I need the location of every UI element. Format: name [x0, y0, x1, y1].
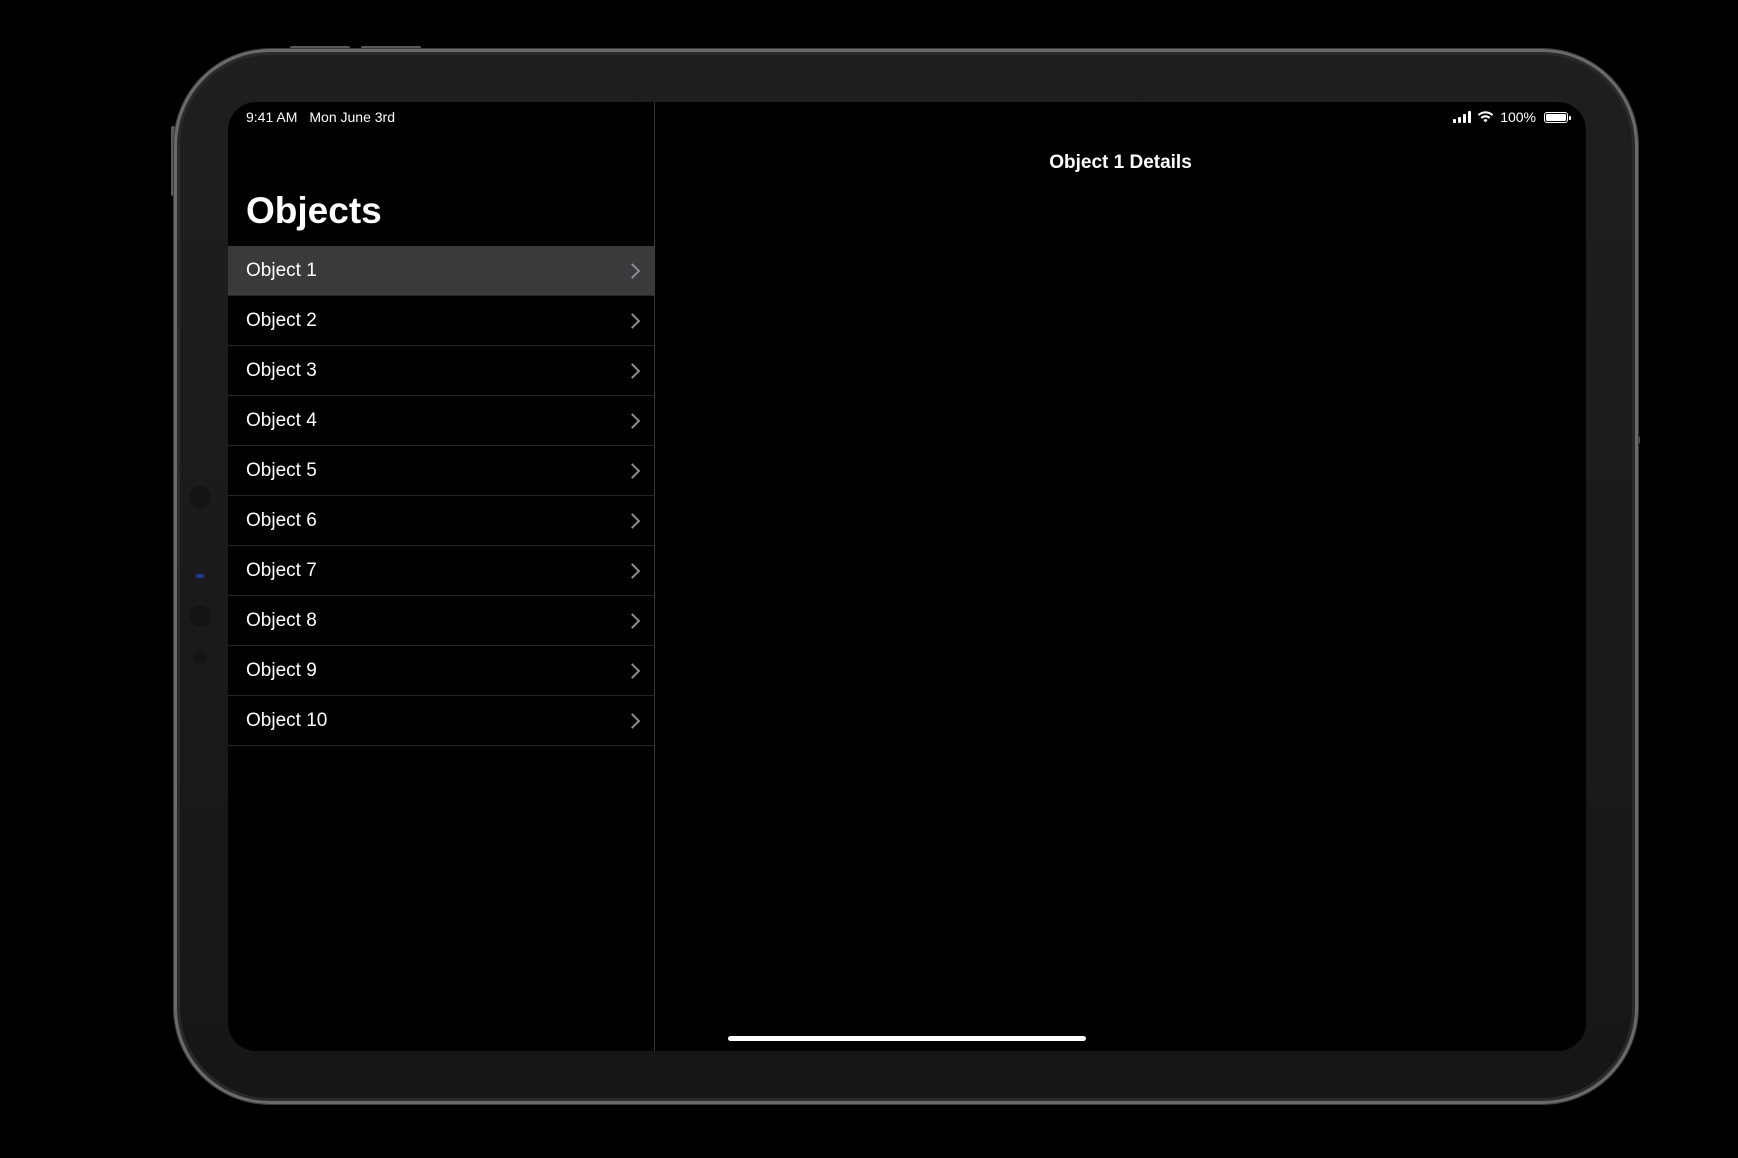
master-column: Objects Object 1 Object 2 Object 3 Object 4…: [228, 102, 655, 1051]
list-item[interactable]: Object 8: [228, 596, 654, 646]
list-item[interactable]: Object 7: [228, 546, 654, 596]
camera-sensor: [189, 486, 211, 508]
chevron-right-icon: [624, 713, 641, 729]
camera-sensor: [193, 650, 207, 664]
chevron-right-icon: [624, 263, 641, 279]
chevron-right-icon: [624, 313, 641, 329]
chevron-right-icon: [624, 463, 641, 479]
list-item[interactable]: Object 6: [228, 496, 654, 546]
list-item-label: Object 10: [246, 710, 328, 731]
list-item-label: Object 8: [246, 610, 317, 631]
camera-sensor: [189, 605, 211, 627]
list-item-label: Object 1: [246, 260, 317, 281]
list-item[interactable]: Object 4: [228, 396, 654, 446]
list-item[interactable]: Object 9: [228, 646, 654, 696]
list-item[interactable]: Object 3: [228, 346, 654, 396]
home-indicator[interactable]: [728, 1036, 1086, 1041]
camera-indicator: [196, 574, 204, 578]
list-item-label: Object 2: [246, 310, 317, 331]
chevron-right-icon: [624, 513, 641, 529]
stage: 9:41 AM Mon June 3rd 100% Objects Object…: [0, 0, 1738, 1158]
list-item-label: Object 7: [246, 560, 317, 581]
chevron-right-icon: [624, 413, 641, 429]
list-item-label: Object 9: [246, 660, 317, 681]
list-item[interactable]: Object 10: [228, 696, 654, 746]
list-item-label: Object 5: [246, 460, 317, 481]
detail-nav-title: Object 1 Details: [1049, 152, 1192, 173]
chevron-right-icon: [624, 663, 641, 679]
list-item[interactable]: Object 5: [228, 446, 654, 496]
chevron-right-icon: [624, 363, 641, 379]
screen: 9:41 AM Mon June 3rd 100% Objects Object…: [228, 102, 1586, 1051]
list-item-label: Object 3: [246, 360, 317, 381]
list-item-label: Object 4: [246, 410, 317, 431]
chevron-right-icon: [624, 613, 641, 629]
list-item[interactable]: Object 1: [228, 246, 654, 296]
chevron-right-icon: [624, 563, 641, 579]
large-title: Objects: [246, 190, 382, 231]
object-list: Object 1 Object 2 Object 3 Object 4 Object 5…: [228, 246, 654, 746]
list-item-label: Object 6: [246, 510, 317, 531]
detail-column: Object 1 Details: [655, 102, 1586, 1051]
list-item[interactable]: Object 2: [228, 296, 654, 346]
